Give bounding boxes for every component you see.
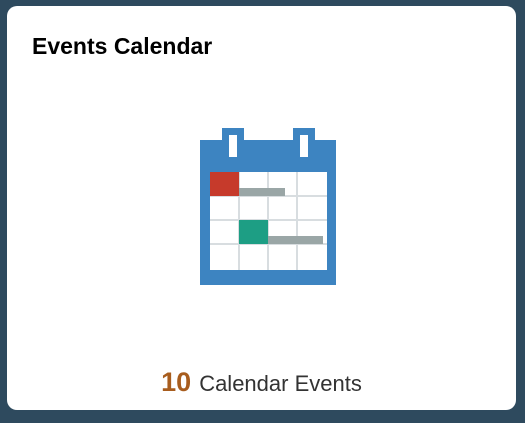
tile-title: Events Calendar (32, 33, 213, 59)
event-count-label: Calendar Events (199, 371, 362, 396)
calendar-icon (192, 122, 344, 287)
event-count: 10 (161, 367, 192, 397)
tile-footer: 10 Calendar Events (7, 367, 516, 398)
events-calendar-tile[interactable]: Events Calendar 10 Calendar Events (7, 6, 516, 410)
